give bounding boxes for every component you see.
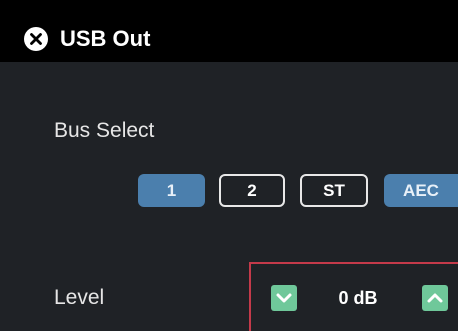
level-increase-button[interactable]	[422, 285, 448, 311]
chevron-up-icon	[427, 293, 443, 303]
level-decrease-button[interactable]	[271, 285, 297, 311]
level-value: 0 dB	[338, 288, 378, 308]
usb-out-panel: USB Out Bus Select 1 2 ST AEC Level 0 dB	[0, 0, 458, 331]
title-bar: USB Out	[0, 0, 458, 62]
bus-button-2[interactable]: 2	[219, 174, 285, 207]
bus-button-st[interactable]: ST	[300, 174, 368, 207]
window-title: USB Out	[60, 26, 151, 51]
bus-select-label: Bus Select	[54, 119, 155, 142]
close-button[interactable]	[24, 27, 48, 51]
bus-button-1[interactable]: 1	[138, 174, 205, 207]
chevron-down-icon	[276, 293, 292, 303]
level-label: Level	[54, 286, 105, 309]
bus-button-aec[interactable]: AEC	[384, 174, 458, 207]
close-icon	[30, 33, 42, 45]
